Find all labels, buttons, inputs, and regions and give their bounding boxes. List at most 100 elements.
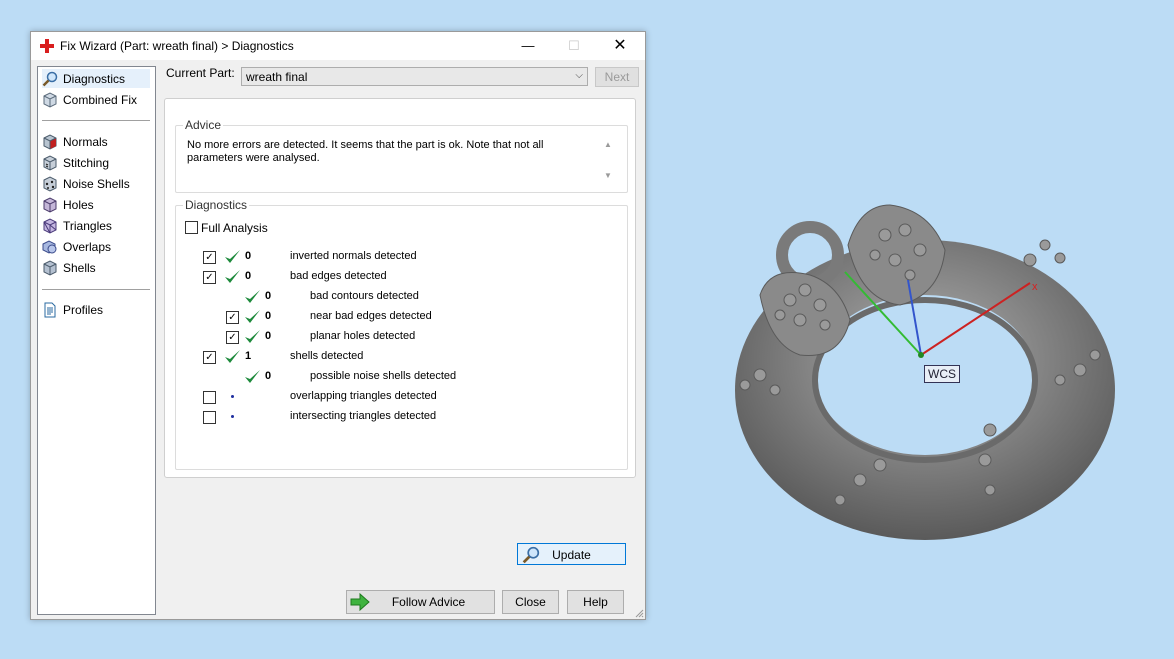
green-check-icon: [225, 250, 240, 263]
holes-cube-icon: [43, 196, 57, 213]
follow-advice-label: Follow Advice: [391, 595, 466, 609]
sidebar-item-shells[interactable]: Shells: [42, 258, 150, 277]
red-cross-icon: [40, 39, 54, 53]
green-check-icon: [245, 370, 260, 383]
title-bar[interactable]: Fix Wizard (Part: wreath final) > Diagno…: [31, 32, 645, 60]
diagnostic-row: ✓ 1 shells detected: [176, 349, 627, 365]
help-button[interactable]: Help: [567, 590, 624, 614]
diagnostic-checkbox[interactable]: ✓: [203, 351, 216, 364]
scroll-down-icon[interactable]: ▼: [604, 171, 612, 180]
diagnostic-row: overlapping triangles detected: [176, 389, 627, 405]
diagnostics-title: Diagnostics: [183, 198, 250, 212]
diagnostic-label: near bad edges detected: [310, 310, 432, 322]
diagnostic-checkbox[interactable]: [203, 411, 216, 424]
advice-title: Advice: [183, 118, 224, 132]
diagnostic-checkbox[interactable]: ✓: [226, 311, 239, 324]
window-title: Fix Wizard (Part: wreath final) > Diagno…: [60, 39, 294, 53]
follow-advice-button[interactable]: Follow Advice: [346, 590, 495, 614]
diagnostic-row: ✓ 0 bad edges detected: [176, 269, 627, 285]
update-label: Update: [552, 548, 591, 562]
diagnostic-count: 0: [245, 250, 252, 262]
advice-group: Advice No more errors are detected. It s…: [175, 118, 628, 193]
sidebar-item-normals[interactable]: Normals: [42, 132, 150, 151]
green-check-icon: [245, 310, 260, 323]
wizard-sidebar: Diagnostics Combined Fix Normals Stitchi…: [37, 66, 156, 615]
green-check-icon: [245, 290, 260, 303]
sidebar-item-stitching[interactable]: Stitching: [42, 153, 150, 172]
sidebar-item-holes[interactable]: Holes: [42, 195, 150, 214]
diagnostic-row: 0 possible noise shells detected: [176, 369, 627, 385]
sidebar-separator: [42, 120, 150, 121]
sidebar-item-profiles[interactable]: Profiles: [42, 300, 150, 319]
sidebar-item-label: Shells: [63, 260, 96, 275]
diagnostic-label: overlapping triangles detected: [290, 390, 437, 402]
diagnostic-checkbox[interactable]: ✓: [203, 271, 216, 284]
green-check-icon: [225, 350, 240, 363]
wcs-label: WCS: [924, 365, 960, 383]
resize-grip-icon[interactable]: [634, 608, 644, 618]
noise-shells-cube-icon: [43, 175, 57, 192]
sidebar-item-label: Triangles: [63, 218, 112, 233]
document-icon: [44, 302, 56, 317]
advice-text: No more errors are detected. It seems th…: [187, 139, 544, 164]
diagnostic-row: ✓ 0 near bad edges detected: [176, 309, 627, 325]
minimize-button[interactable]: —: [505, 32, 551, 60]
green-arrow-icon: [350, 593, 370, 611]
pending-dot-icon: [231, 395, 234, 398]
maximize-button[interactable]: ☐: [551, 32, 597, 60]
scroll-up-icon[interactable]: ▲: [604, 140, 612, 149]
sidebar-item-diagnostics[interactable]: Diagnostics: [42, 69, 150, 88]
diagnostic-row: 0 bad contours detected: [176, 289, 627, 305]
diagnostic-row: ✓ 0 planar holes detected: [176, 329, 627, 345]
sidebar-item-label: Stitching: [63, 155, 110, 170]
chevron-down-icon: ⌵: [575, 70, 583, 81]
sidebar-item-label: Overlaps: [63, 239, 112, 254]
sidebar-item-label: Combined Fix: [63, 92, 138, 107]
diagnostic-count: 1: [245, 350, 252, 362]
full-analysis-label: Full Analysis: [201, 221, 268, 235]
sidebar-item-label: Profiles: [63, 302, 104, 317]
current-part-label: Current Part:: [166, 66, 235, 80]
current-part-select[interactable]: wreath final ⌵: [241, 67, 588, 86]
diagnostic-label: bad edges detected: [290, 270, 387, 282]
normals-cube-icon: [43, 133, 57, 150]
green-check-icon: [245, 330, 260, 343]
current-part-value: wreath final: [246, 70, 308, 84]
overlaps-icon: [42, 239, 57, 254]
sidebar-item-combined-fix[interactable]: Combined Fix: [42, 90, 150, 109]
diagnostic-checkbox[interactable]: ✓: [203, 251, 216, 264]
sidebar-item-label: Diagnostics: [63, 71, 126, 86]
sidebar-item-label: Normals: [63, 134, 108, 149]
diagnostic-label: shells detected: [290, 350, 364, 362]
diagnostic-count: 0: [265, 330, 272, 342]
diagnostic-label: bad contours detected: [310, 290, 419, 302]
shells-cube-icon: [43, 259, 57, 276]
diagnostics-panel: Advice No more errors are detected. It s…: [164, 98, 636, 565]
diagnostic-row: intersecting triangles detected: [176, 409, 627, 425]
close-window-button[interactable]: ✕: [597, 32, 643, 60]
sidebar-item-label: Holes: [63, 197, 94, 212]
magnifier-icon: [42, 71, 58, 86]
close-button[interactable]: Close: [502, 590, 559, 614]
full-analysis-checkbox[interactable]: [185, 221, 198, 234]
diagnostic-checkbox[interactable]: ✓: [226, 331, 239, 344]
cube-icon: [43, 91, 57, 108]
sidebar-item-noise-shells[interactable]: Noise Shells: [42, 174, 150, 193]
pending-dot-icon: [231, 415, 234, 418]
sidebar-separator: [42, 289, 150, 290]
x-axis-label: x: [1032, 281, 1038, 293]
diagnostic-label: possible noise shells detected: [310, 370, 457, 382]
sidebar-item-overlaps[interactable]: Overlaps: [42, 237, 150, 256]
diagnostic-label: planar holes detected: [310, 330, 416, 342]
next-button[interactable]: Next: [595, 67, 639, 87]
diagnostic-checkbox[interactable]: [203, 391, 216, 404]
update-button[interactable]: Update: [517, 543, 626, 565]
diagnostic-row: ✓ 0 inverted normals detected: [176, 249, 627, 265]
stitching-cube-icon: [43, 154, 57, 171]
sidebar-item-triangles[interactable]: Triangles: [42, 216, 150, 235]
diagnostic-count: 0: [265, 310, 272, 322]
diagnostics-group: Diagnostics Full Analysis ✓ 0 inverted nor…: [175, 198, 628, 565]
green-check-icon: [225, 270, 240, 283]
diagnostic-label: inverted normals detected: [290, 250, 417, 262]
diagnostic-count: 0: [245, 270, 252, 282]
